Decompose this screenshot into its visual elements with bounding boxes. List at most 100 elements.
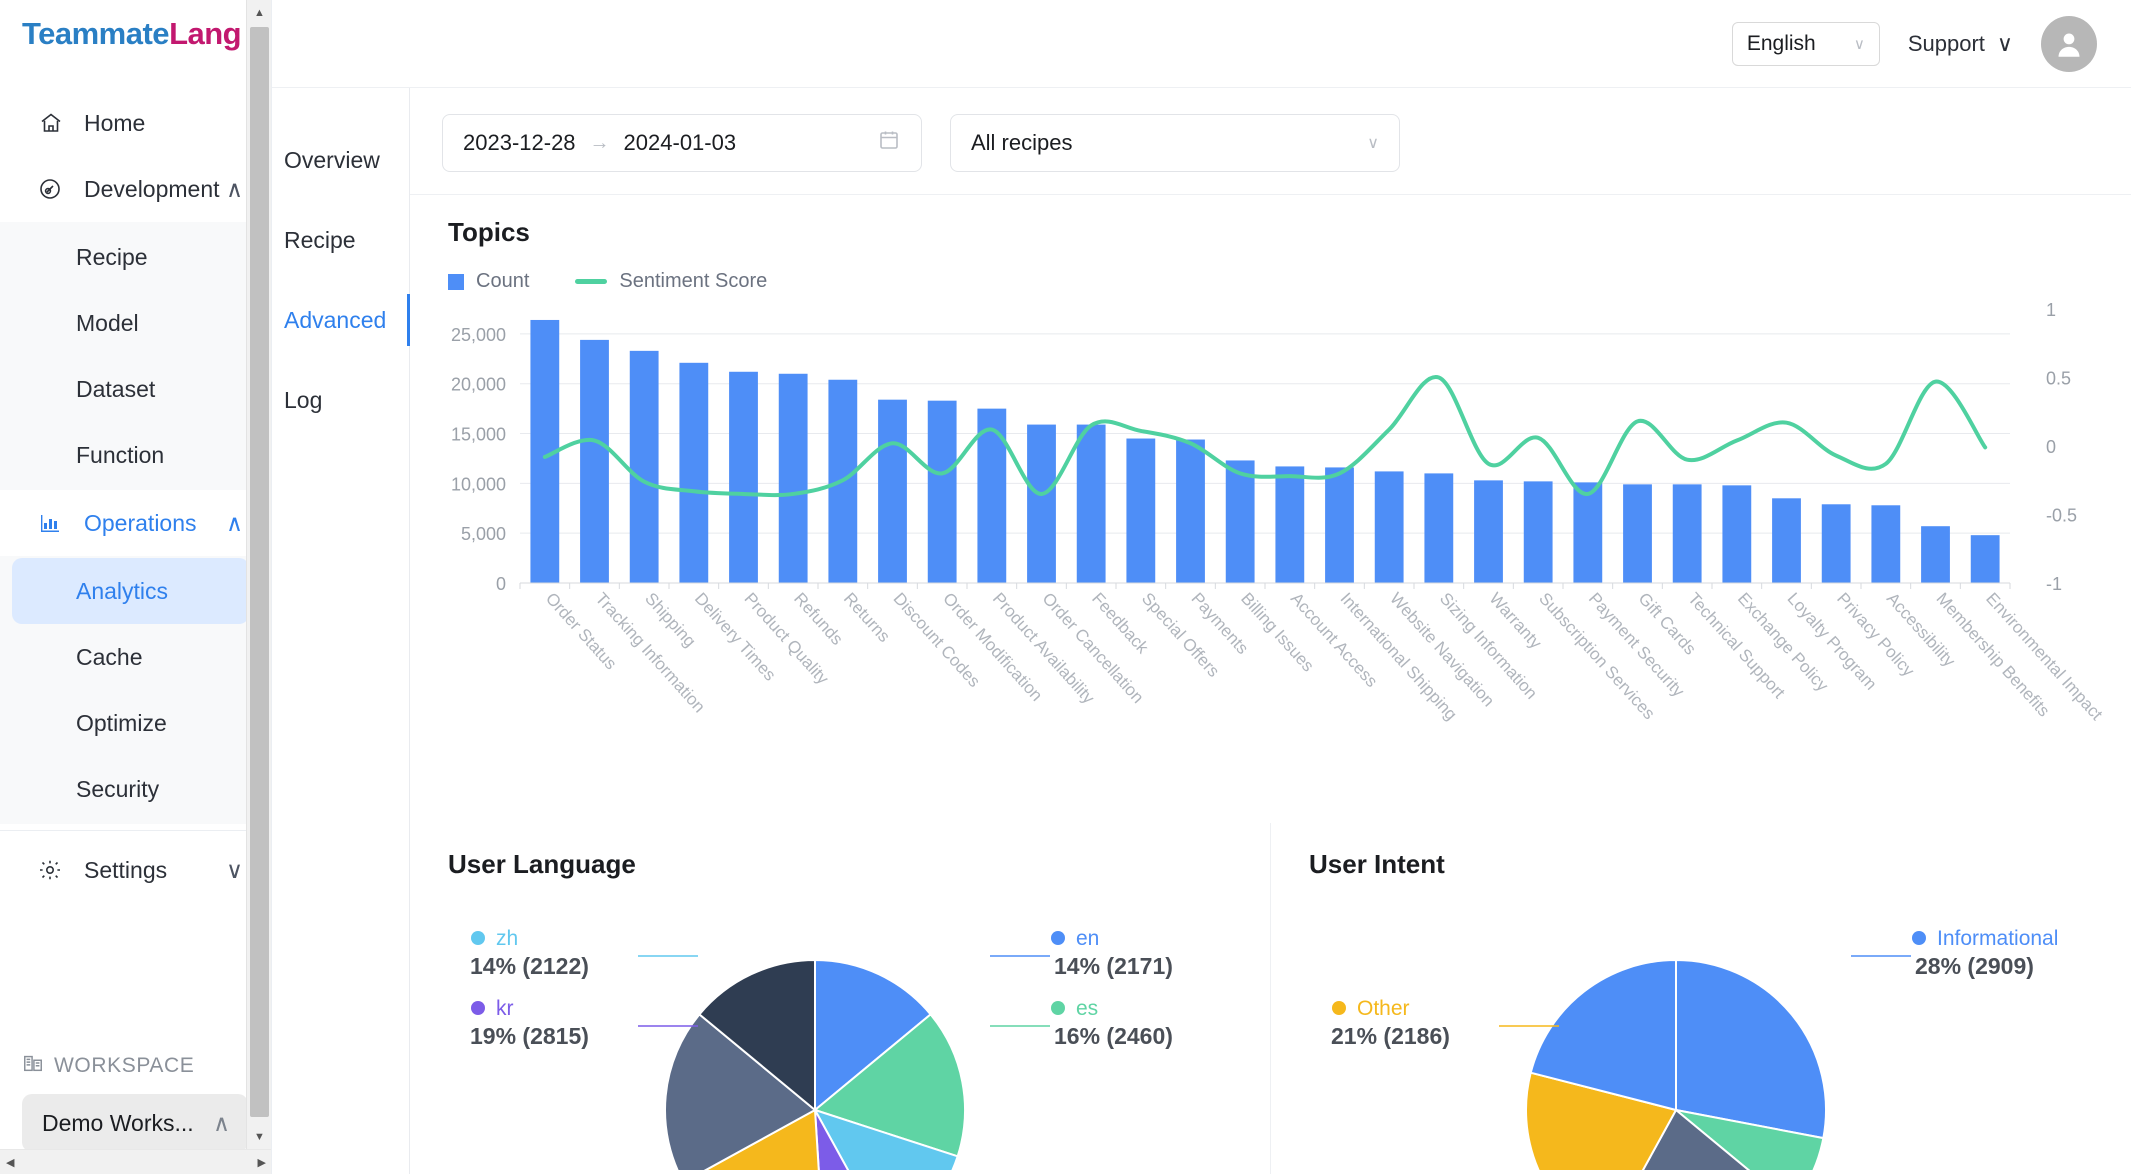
svg-text:en: en [1076, 927, 1099, 950]
legend-item-count[interactable]: Count [448, 270, 529, 293]
svg-text:0: 0 [2046, 437, 2056, 457]
sidebar-item-settings[interactable]: Settings ∨ [0, 837, 271, 903]
sidebar-item-function[interactable]: Function [0, 422, 271, 488]
sidebar-item-cache[interactable]: Cache [0, 624, 271, 690]
sidebar-item-label: Cache [76, 643, 143, 670]
scroll-up-arrow-icon[interactable]: ▲ [247, 0, 271, 25]
svg-text:-1: -1 [2046, 574, 2062, 594]
tab-label: Log [284, 386, 323, 413]
home-icon [38, 111, 68, 135]
operations-submenu: Analytics Cache Optimize Security [0, 556, 271, 824]
tab-label: Overview [284, 146, 380, 173]
arrow-right-icon: → [589, 131, 610, 154]
svg-text:zh: zh [496, 927, 518, 950]
svg-text:10,000: 10,000 [451, 474, 506, 494]
workspace-selected-value: Demo Works... [42, 1109, 194, 1136]
topics-legend: Count Sentiment Score [410, 248, 2131, 293]
sidebar-item-home[interactable]: Home [0, 90, 271, 156]
sidebar-item-label: Settings [84, 856, 168, 883]
sidebar-divider [0, 830, 271, 831]
svg-text:19% (2815): 19% (2815) [470, 1023, 589, 1049]
svg-text:0: 0 [496, 574, 506, 594]
chevron-down-icon[interactable]: ∨ [226, 857, 243, 884]
svg-text:20,000: 20,000 [451, 375, 506, 395]
recipe-filter-value: All recipes [971, 130, 1073, 155]
sidebar-item-dataset[interactable]: Dataset [0, 356, 271, 422]
svg-text:0.5: 0.5 [2046, 369, 2071, 389]
sidebar-item-security[interactable]: Security [0, 756, 271, 822]
legend-swatch-sentiment-icon [575, 279, 608, 284]
svg-text:1: 1 [2046, 300, 2056, 320]
sidebar: TeammateLang Home Development ∧ Recipe M… [0, 0, 272, 1174]
svg-text:15,000: 15,000 [451, 425, 506, 445]
sidebar-item-label: Recipe [76, 243, 148, 270]
filter-bar: 2023-12-28 → 2024-01-03 All recipes ∨ [410, 88, 2131, 172]
chevron-down-icon: ∨ [1853, 35, 1865, 53]
sidebar-item-recipe[interactable]: Recipe [0, 224, 271, 290]
workspace-label-text: WORKSPACE [54, 1054, 195, 1077]
date-start-value[interactable]: 2023-12-28 [463, 130, 576, 156]
topics-chart-svg: 0 5,000 10,000 15,000 20,000 25,000 -1 -0.5 0 0.5… [451, 300, 2107, 724]
user-intent-pie-svg[interactable]: Informational 28% (2909) Other 21% (2186) [1271, 880, 2081, 1174]
sidebar-nav: Home Development ∧ Recipe Model Dataset … [0, 68, 271, 903]
logo-text-primary: Teammate [22, 16, 170, 51]
workspace-selector[interactable]: Demo Works... ∧ [22, 1094, 248, 1152]
calendar-icon[interactable] [877, 128, 901, 158]
sidebar-item-analytics[interactable]: Analytics [12, 558, 249, 624]
sidebar-item-development[interactable]: Development ∧ [0, 156, 271, 222]
chevron-up-icon[interactable]: ∧ [226, 176, 243, 203]
scroll-down-arrow-icon[interactable]: ▼ [247, 1124, 271, 1149]
tab-label: Recipe [284, 226, 356, 253]
support-menu[interactable]: Support ∨ [1908, 31, 2013, 57]
user-intent-title: User Intent [1309, 849, 1445, 879]
svg-text:Other: Other [1357, 997, 1410, 1020]
sidebar-item-label: Dataset [76, 375, 156, 402]
chevron-up-icon[interactable]: ∧ [226, 510, 243, 537]
svg-text:kr: kr [496, 997, 514, 1020]
scrollbar-thumb[interactable] [250, 27, 269, 1117]
development-submenu: Recipe Model Dataset Function [0, 222, 271, 490]
sidebar-item-label: Home [84, 109, 146, 136]
svg-text:Returns: Returns [840, 589, 894, 646]
sidebar-item-label: Development [84, 175, 220, 202]
legend-swatch-count-icon [448, 273, 464, 290]
date-range-picker[interactable]: 2023-12-28 → 2024-01-03 [442, 114, 922, 172]
tab-log[interactable]: Log [272, 360, 409, 440]
language-selector[interactable]: English ∨ [1731, 21, 1880, 66]
date-end-value[interactable]: 2024-01-03 [624, 130, 737, 156]
main-content: English ∨ Support ∨ Overview Recipe Adva… [272, 0, 2131, 1174]
user-language-pie-svg[interactable]: en 14% (2171) es 16% (2460) zh 14% (2122) kr 19… [410, 880, 1220, 1174]
workspace-section: WORKSPACE Demo Works... ∧ [0, 1052, 271, 1152]
scroll-right-arrow-icon[interactable]: ▶ [258, 1156, 266, 1169]
chevron-down-icon: ∨ [1996, 30, 2013, 56]
sidebar-item-label: Operations [84, 509, 197, 536]
sidebar-item-label: Model [76, 309, 139, 336]
building-icon [22, 1052, 44, 1080]
sidebar-item-optimize[interactable]: Optimize [0, 690, 271, 756]
scroll-left-arrow-icon[interactable]: ◀ [6, 1156, 14, 1169]
sidebar-item-label: Security [76, 775, 160, 802]
tab-recipe[interactable]: Recipe [272, 200, 409, 280]
sidebar-horizontal-scrollbar[interactable]: ◀ ▶ [0, 1149, 271, 1174]
sidebar-vertical-scrollbar[interactable]: ▲ ▼ [246, 0, 271, 1174]
chevron-up-icon[interactable]: ∧ [213, 1110, 230, 1137]
app-logo[interactable]: TeammateLang [0, 0, 271, 68]
svg-text:es: es [1076, 997, 1098, 1020]
svg-text:Discount Codes: Discount Codes [890, 589, 984, 691]
svg-text:14% (2122): 14% (2122) [470, 953, 589, 979]
recipe-filter-select[interactable]: All recipes ∨ [950, 114, 1400, 172]
sidebar-item-model[interactable]: Model [0, 290, 271, 356]
user-language-card: User Language en 14% (2171) es 16% (2460) zh… [410, 823, 1271, 1174]
analytics-content: 2023-12-28 → 2024-01-03 All recipes ∨ To… [410, 88, 2131, 1174]
svg-text:Account Access: Account Access [1287, 589, 1381, 691]
topics-chart[interactable]: 0 5,000 10,000 15,000 20,000 25,000 -1 -0.5 0 0.5… [410, 293, 2131, 823]
tab-overview[interactable]: Overview [272, 120, 409, 200]
chevron-down-icon: ∨ [1367, 135, 1379, 152]
tab-advanced[interactable]: Advanced [272, 280, 410, 360]
sidebar-item-operations[interactable]: Operations ∧ [0, 490, 271, 556]
user-intent-card: User Intent Informational 28% (2909) Other… [1271, 823, 2131, 1174]
legend-item-sentiment[interactable]: Sentiment Score [575, 270, 767, 293]
user-language-title: User Language [448, 849, 636, 879]
avatar[interactable] [2041, 15, 2097, 72]
svg-text:28% (2909): 28% (2909) [1915, 953, 2034, 979]
